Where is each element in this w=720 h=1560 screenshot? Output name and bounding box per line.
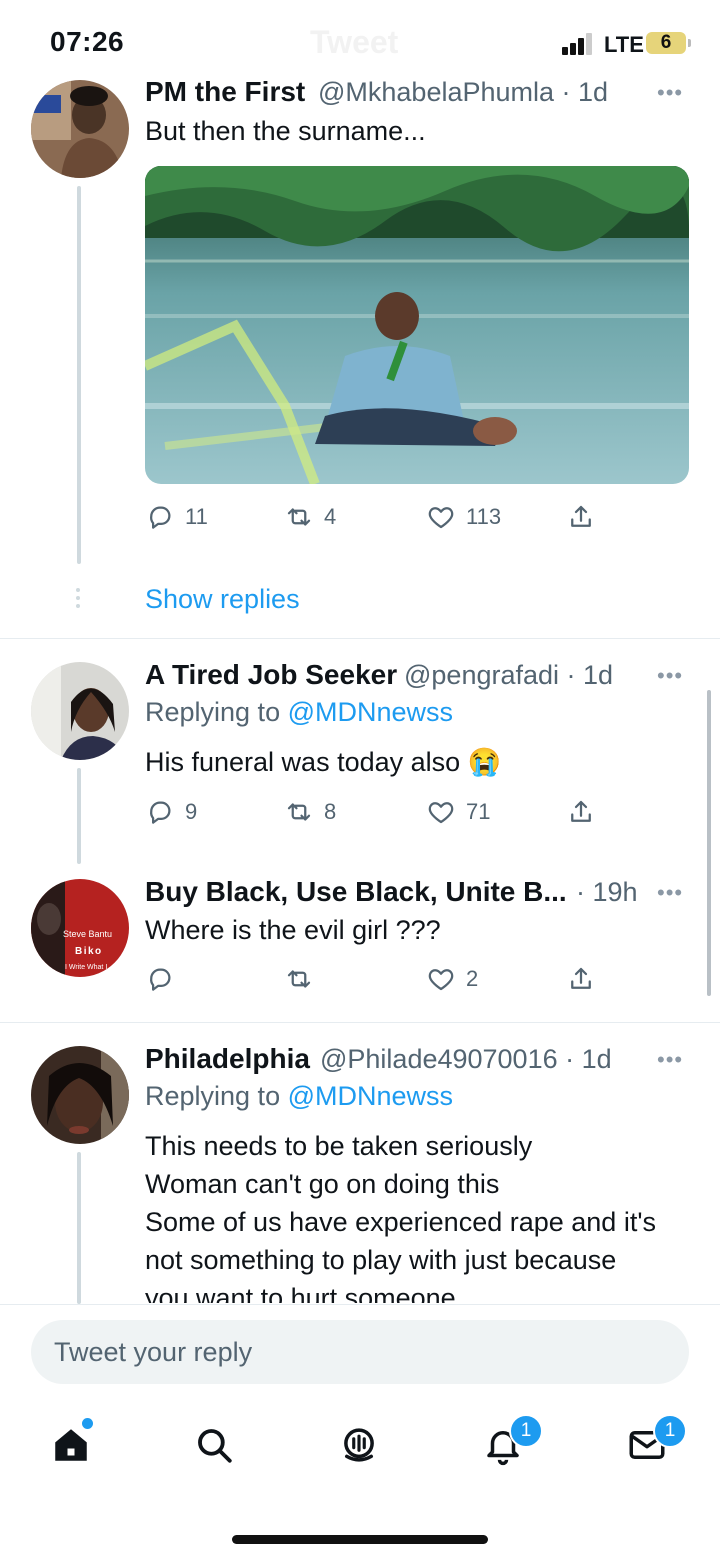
share-button[interactable]: [566, 797, 596, 827]
retweet-count: 8: [324, 799, 337, 824]
reply-button[interactable]: 9: [145, 797, 197, 827]
thread-line: [77, 768, 81, 864]
thread-line: [77, 186, 81, 564]
tweet-author-name[interactable]: PM the First: [145, 76, 305, 108]
show-replies-link[interactable]: Show replies: [145, 584, 300, 615]
tweet-media-image[interactable]: [145, 166, 689, 484]
replying-prefix: Replying to: [145, 1081, 281, 1111]
retweet-icon: [287, 508, 311, 526]
divider: [0, 638, 720, 639]
tweet-author-name[interactable]: Philadelphia: [145, 1043, 310, 1075]
tweet-text: Where is the evil girl ???: [145, 915, 441, 945]
reply-button[interactable]: [145, 964, 185, 994]
network-label: LTE: [604, 32, 644, 57]
reply-icon: [150, 801, 171, 824]
home-icon: [55, 1429, 87, 1461]
status-time: 07:26: [50, 26, 125, 57]
tweet-time: · 19h: [576, 877, 638, 907]
reply-count: 9: [185, 799, 198, 824]
search-icon: [198, 1429, 232, 1463]
replying-to: Replying to @MDNnewss: [145, 1081, 453, 1112]
handle-text: @pengrafadi: [404, 660, 560, 690]
scrollbar[interactable]: [707, 690, 711, 996]
tweet-author-name[interactable]: Buy Black, Use Black, Unite B...: [145, 876, 567, 908]
retweet-button[interactable]: [284, 964, 324, 994]
more-options-icon[interactable]: •••: [657, 663, 683, 689]
heart-icon: [428, 507, 454, 529]
avatar[interactable]: [31, 80, 129, 178]
retweet-icon: [287, 803, 311, 821]
heart-icon: [428, 969, 454, 991]
tweet-text-line: This needs to be taken seriously: [145, 1131, 533, 1161]
tweet-author-handle[interactable]: @Philade49070016 · 1d: [320, 1044, 612, 1075]
tweet-time: · 1d: [565, 1044, 612, 1074]
heart-icon: [428, 802, 454, 824]
like-count: 2: [466, 966, 479, 991]
tweet-author-handle[interactable]: @MkhabelaPhumla · 1d: [318, 77, 608, 108]
battery-nub: [688, 39, 691, 47]
avatar[interactable]: [31, 1046, 129, 1144]
replying-handle-link[interactable]: @MDNnewss: [288, 1081, 453, 1111]
divider: [0, 1022, 720, 1023]
notifications-badge: 1: [509, 1414, 543, 1448]
home-indicator: [232, 1535, 488, 1544]
tweet-author-handle[interactable]: @pengrafadi · 1d: [404, 660, 613, 691]
nav-home[interactable]: [50, 1424, 92, 1471]
avatar[interactable]: [31, 662, 129, 760]
share-button[interactable]: [566, 964, 596, 994]
share-icon: [571, 967, 591, 989]
nav-spaces[interactable]: [338, 1424, 380, 1471]
handle-text: @Philade49070016: [320, 1044, 558, 1074]
like-button[interactable]: 71: [426, 797, 490, 827]
retweet-count: 4: [324, 504, 337, 529]
battery-level: 6: [660, 32, 672, 53]
retweet-button[interactable]: 4: [284, 502, 336, 532]
more-options-icon[interactable]: •••: [657, 80, 683, 106]
reply-icon: [150, 506, 171, 529]
tweet-time: · 1d: [566, 660, 614, 690]
more-options-icon[interactable]: •••: [657, 880, 683, 906]
like-button[interactable]: 113: [426, 502, 501, 532]
messages-badge: 1: [653, 1414, 687, 1448]
header-title: Tweet: [310, 24, 399, 60]
reply-icon: [150, 968, 171, 991]
share-icon: [571, 800, 591, 822]
tweet-text: His funeral was today also 😭: [145, 747, 502, 777]
like-button[interactable]: 2: [426, 964, 478, 994]
thread-line: [77, 1152, 81, 1304]
tweet-time: · 1d: [561, 77, 609, 107]
avatar-text: Biko: [75, 946, 103, 957]
replying-to: Replying to @MDNnewss: [145, 697, 453, 728]
tweet-text: This needs to be taken seriously Woman c…: [145, 1127, 656, 1303]
thread-dots: [76, 588, 82, 608]
tweet-text-line: not something to play with just because: [145, 1245, 617, 1275]
share-button[interactable]: [566, 502, 596, 532]
spaces-icon: [344, 1428, 374, 1462]
avatar[interactable]: Steve Bantu Biko I Write What I: [31, 879, 129, 977]
like-count: 71: [466, 799, 491, 824]
tweet-author-name[interactable]: A Tired Job Seeker: [145, 659, 397, 691]
handle-text: @MkhabelaPhumla: [318, 77, 555, 107]
tweet-text-line: Woman can't go on doing this: [145, 1169, 500, 1199]
share-icon: [571, 505, 591, 527]
replying-handle-link[interactable]: @MDNnewss: [288, 697, 453, 727]
avatar-text: I Write What I: [65, 964, 107, 971]
nav-search[interactable]: [193, 1424, 235, 1471]
tweet-text: But then the surname...: [145, 116, 426, 146]
avatar-text: Steve Bantu: [63, 929, 112, 939]
retweet-icon: [287, 970, 311, 988]
status-bar: Tweet 07:26 LTE 6: [0, 0, 720, 80]
home-new-dot: [82, 1418, 93, 1429]
reply-button[interactable]: 11: [145, 502, 208, 532]
battery-icon: 6: [646, 32, 686, 54]
more-options-icon[interactable]: •••: [657, 1047, 683, 1073]
reply-compose-placeholder: Tweet your reply: [54, 1337, 253, 1367]
like-count: 113: [466, 504, 502, 529]
tweet-text-line: Some of us have experienced rape and it'…: [145, 1207, 656, 1237]
reply-count: 11: [185, 504, 208, 529]
replying-prefix: Replying to: [145, 697, 281, 727]
retweet-button[interactable]: 8: [284, 797, 336, 827]
signal-icon: [562, 33, 594, 55]
tweet-text-line: you want to hurt someone: [145, 1283, 456, 1303]
